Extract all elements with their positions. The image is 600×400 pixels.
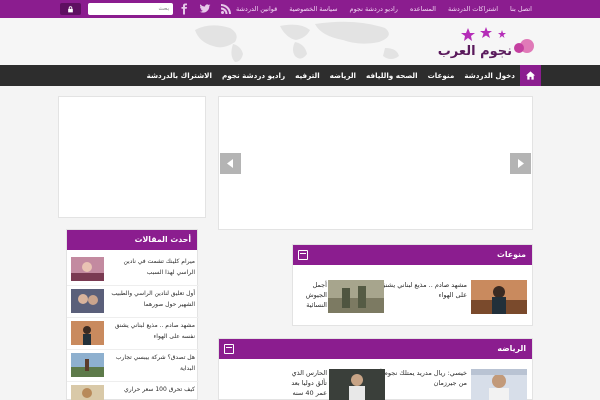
latest-header: أحدث المقالات: [67, 230, 197, 250]
latest-articles: أحدث المقالات ميرام كلينك تشمت في نادين …: [66, 229, 199, 400]
nav-item-radio[interactable]: راديو دردشة نجوم: [217, 65, 290, 86]
list-item[interactable]: هل تصدق؟ شركة بيبسي تجارب البداية: [67, 350, 199, 382]
list-item[interactable]: أول تعليق لنادين الراسي والطبيب الشهير ح…: [67, 286, 199, 318]
nav-item-variety[interactable]: منوعات: [423, 65, 460, 86]
home-button[interactable]: [520, 65, 541, 86]
nav-item-health[interactable]: الصحه والليافه: [361, 65, 423, 86]
article-thumbnail: [71, 353, 104, 377]
slider-prev-button[interactable]: [220, 153, 241, 174]
latest-title: أحدث المقالات: [134, 235, 191, 244]
chevron-left-icon: [227, 159, 233, 168]
top-link-privacy[interactable]: سياسة الخصوصية: [283, 0, 343, 18]
article-title: ميرام كلينك تشمت في نادين الراسي لهذا ال…: [123, 258, 195, 276]
twitter-icon[interactable]: [199, 3, 211, 15]
section-window-icon: [224, 344, 234, 354]
section-window-icon: [298, 250, 308, 260]
nav-item-chat-login[interactable]: دخول الدردشة: [459, 65, 520, 86]
login-button[interactable]: [60, 3, 81, 15]
top-link-radio[interactable]: راديو دردشة نجوم: [344, 0, 404, 18]
rss-icon[interactable]: [220, 3, 232, 15]
top-nav: اتصل بنا اشتراكات الدردشة المساعده راديو…: [230, 0, 538, 18]
lock-icon: [68, 5, 73, 12]
site-logo[interactable]: نجوم العرب: [428, 24, 538, 62]
article-thumbnail[interactable]: [471, 280, 527, 314]
variety-header: منوعات: [293, 245, 532, 265]
article-title: كيف تحرق 100 سعر حراري: [124, 386, 195, 393]
variety-title: منوعات: [497, 250, 526, 259]
top-link-subscriptions[interactable]: اشتراكات الدردشة: [442, 0, 504, 18]
article-title[interactable]: أجمل الجيوش النسائية: [295, 280, 327, 310]
article-thumbnail: [71, 257, 104, 281]
article-title[interactable]: الحارس الذي تألق دوليا بعد عمر 40 سنه: [281, 368, 327, 398]
top-link-rules[interactable]: قوانين الدردشة: [230, 0, 283, 18]
world-map-decoration: [195, 21, 399, 62]
chevron-right-icon: [518, 159, 524, 168]
article-thumbnail: [71, 289, 104, 313]
ad-box: [58, 96, 206, 218]
article-thumbnail: [71, 321, 104, 345]
social-links: [178, 3, 232, 15]
list-item[interactable]: مشهد صادم .. مذيع لبناني يشنق نفسه على ا…: [67, 318, 199, 350]
article-thumbnail: [71, 385, 104, 400]
sport-title: الرياضه: [497, 344, 526, 353]
sport-header: الرياضه: [219, 339, 532, 359]
top-link-help[interactable]: المساعده: [404, 0, 442, 18]
site-header: نجوم العرب: [0, 18, 600, 65]
featured-slider[interactable]: [218, 96, 533, 230]
article-title: هل تصدق؟ شركة بيبسي تجارب البداية: [115, 354, 195, 372]
top-link-contact[interactable]: اتصل بنا: [504, 0, 538, 18]
variety-section: منوعات مشهد صادم .. مذيع لبناني يشنق نفس…: [292, 244, 533, 326]
facebook-icon[interactable]: [178, 3, 190, 15]
article-title: مشهد صادم .. مذيع لبناني يشنق نفسه على ا…: [114, 322, 195, 340]
nav-item-subscribe[interactable]: الاشتراك بالدردشة: [142, 65, 217, 86]
search-input[interactable]: [88, 3, 173, 15]
article-title: أول تعليق لنادين الراسي والطبيب الشهير ح…: [111, 290, 195, 308]
home-icon: [525, 71, 536, 80]
main-nav: دخول الدردشة منوعات الصحه والليافه الريا…: [0, 65, 600, 86]
logo-text: نجوم العرب: [438, 44, 512, 59]
sport-section: الرياضه خيسي: ريال مدريد يمتلك نجوم أفضل…: [218, 338, 533, 400]
nav-item-sports[interactable]: الرياضه: [325, 65, 361, 86]
article-thumbnail[interactable]: [471, 369, 527, 400]
article-thumbnail[interactable]: [329, 369, 385, 400]
list-item[interactable]: ميرام كلينك تشمت في نادين الراسي لهذا ال…: [67, 254, 199, 286]
slider-next-button[interactable]: [510, 153, 531, 174]
nav-item-entertainment[interactable]: الترفيه: [290, 65, 325, 86]
top-bar: اتصل بنا اشتراكات الدردشة المساعده راديو…: [0, 0, 600, 18]
list-item[interactable]: كيف تحرق 100 سعر حراري: [67, 382, 199, 400]
article-thumbnail[interactable]: [328, 280, 384, 313]
